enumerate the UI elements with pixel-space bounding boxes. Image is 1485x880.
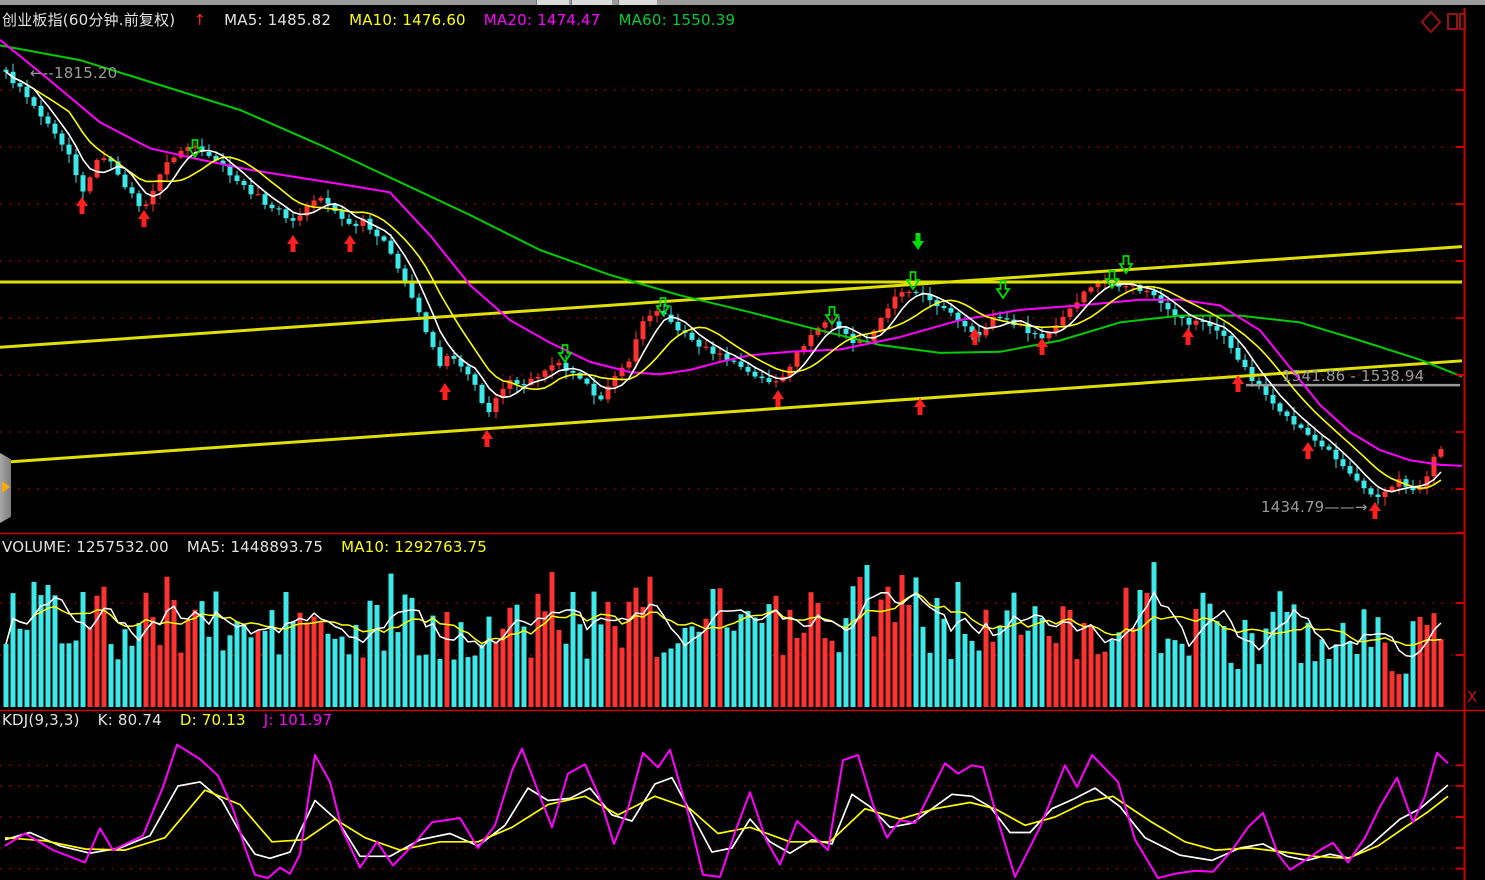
sell-signal-arrow (907, 272, 919, 289)
instrument-title: 创业板指(60分钟.前复权) (2, 11, 175, 29)
ma10-value: MA10: 1476.60 (349, 11, 466, 29)
kdj-pane-header: KDJ(9,3,3) K: 80.74 D: 70.13 J: 101.97 (2, 711, 345, 729)
candlestick-chart-canvas[interactable] (0, 0, 1485, 880)
volume-value: VOLUME: 1257532.00 (2, 538, 169, 556)
volume-pane-header: VOLUME: 1257532.00 MA5: 1448893.75 MA10:… (2, 538, 500, 556)
diamond-marker-icon[interactable] (1422, 12, 1440, 32)
indicator-close-button[interactable]: X (1467, 688, 1477, 706)
ma20-value: MA20: 1474.47 (484, 11, 601, 29)
buy-signal-arrow (1182, 328, 1194, 345)
ma5-value: MA5: 1485.82 (224, 11, 331, 29)
buy-signal-arrow (772, 390, 784, 407)
buy-signal-arrow (76, 197, 88, 214)
buy-signal-arrow (138, 210, 150, 227)
split-window-icon[interactable] (1448, 14, 1457, 29)
kdj-title: KDJ(9,3,3) (2, 711, 80, 729)
ma60-value: MA60: 1550.39 (619, 11, 736, 29)
trading-app-window: 创业板指(60分钟.前复权) ↑ MA5: 1485.82 MA10: 1476… (0, 0, 1485, 880)
volume-ma5-value: MA5: 1448893.75 (187, 538, 323, 556)
volume-ma10-value: MA10: 1292763.75 (341, 538, 487, 556)
kdj-j-value: J: 101.97 (264, 711, 333, 729)
main-chart-header: 创业板指(60分钟.前复权) ↑ MA5: 1485.82 MA10: 1476… (2, 9, 748, 30)
kdj-d-value: D: 70.13 (180, 711, 246, 729)
up-arrow-icon: ↑ (193, 11, 206, 29)
buy-signal-arrow (1369, 502, 1381, 519)
sell-signal-arrow (997, 281, 1009, 298)
buy-signal-arrow (344, 235, 356, 252)
buy-signal-arrow (914, 398, 926, 415)
titlebar-button[interactable] (571, 0, 612, 5)
titlebar-button[interactable] (618, 0, 657, 5)
titlebar-button[interactable] (536, 0, 569, 5)
window-top-strip (0, 0, 1485, 5)
expand-arrow-icon (2, 481, 10, 493)
sidebar-collapse-handle[interactable] (0, 453, 11, 523)
buy-signal-arrow (1036, 338, 1048, 355)
buy-signal-arrow (439, 383, 451, 400)
low-price-annotation: 1434.79——→ (1261, 498, 1368, 516)
buy-signal-arrow (1302, 442, 1314, 459)
buy-signal-arrow (481, 430, 493, 447)
split-window-icon-2[interactable] (1460, 14, 1465, 29)
kdj-k-value: K: 80.74 (98, 711, 162, 729)
sell-signal-arrow-solid (912, 233, 924, 250)
high-price-annotation: ←--1815.20 (30, 64, 117, 82)
gap-price-annotation: 1541.86 - 1538.94 (1282, 367, 1424, 385)
buy-signal-arrow (287, 235, 299, 252)
